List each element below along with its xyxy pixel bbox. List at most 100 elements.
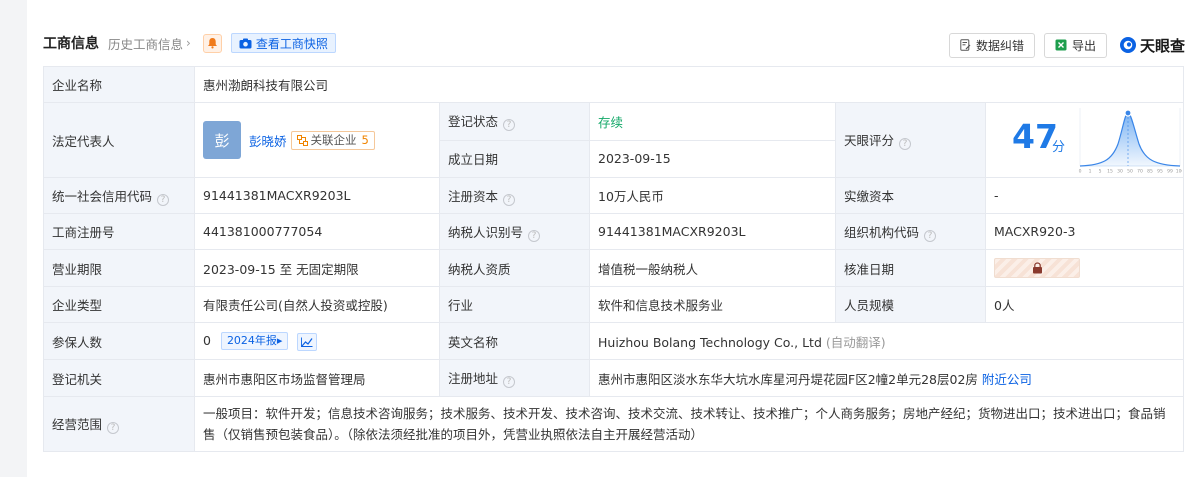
nearby-companies-link[interactable]: 附近公司 xyxy=(982,372,1032,387)
table-row: 参保人数 0 2024年报▸ 英文名称 Huizhou Bolang Techn… xyxy=(43,322,1185,360)
auto-translate-note: (自动翻译) xyxy=(825,334,886,350)
paid-capital: - xyxy=(984,177,1185,214)
reg-status-label-cell: 登记状态? xyxy=(439,102,590,141)
company-name-label: 企业名称 xyxy=(43,66,195,103)
tyc-score-label-cell: 天眼评分? xyxy=(835,102,986,178)
annual-report-year-tag[interactable]: 2024年报▸ xyxy=(220,331,289,350)
help-icon[interactable]: ? xyxy=(528,229,541,242)
help-icon[interactable]: ? xyxy=(503,193,516,206)
taxpayer-qual: 增值税一般纳税人 xyxy=(589,249,836,287)
taxpayer-qual-label: 纳税人资质 xyxy=(439,249,590,287)
business-info-table: 企业名称 惠州渤朗科技有限公司 法定代表人 彭 彭晓娇 关联企业 5 登记状态?… xyxy=(43,66,1185,452)
score-axis-tick: 85 xyxy=(1147,169,1153,175)
reg-capital-label: 注册资本 xyxy=(448,188,499,204)
related-count: 5 xyxy=(361,133,369,147)
reg-address-label-cell: 注册地址? xyxy=(439,359,590,397)
reg-status: 存续 xyxy=(589,102,836,141)
network-icon xyxy=(296,134,308,146)
english-name: Huizhou Bolang Technology Co., Ltd xyxy=(598,334,822,350)
lock-icon xyxy=(1032,262,1042,274)
taxpayer-id: 91441381MACXR9203L xyxy=(589,213,836,250)
history-info-label: 历史工商信息 xyxy=(108,36,184,52)
table-row: 统一社会信用代码? 91441381MACXR9203L 注册资本? 10万人民… xyxy=(43,177,1185,214)
table-row: 企业名称 惠州渤朗科技有限公司 xyxy=(43,66,1185,103)
logo-text: 天眼查 xyxy=(1139,36,1185,55)
related-companies-badge[interactable]: 关联企业 5 xyxy=(290,130,375,150)
score-axis-tick: 99 xyxy=(1167,169,1173,175)
score-axis-tick: 70 xyxy=(1137,169,1143,175)
english-name-cell: Huizhou Bolang Technology Co., Ltd (自动翻译… xyxy=(588,322,1185,360)
locked-value[interactable] xyxy=(994,258,1080,278)
view-snapshot-button[interactable]: 查看工商快照 xyxy=(230,33,336,53)
section-header: 工商信息 历史工商信息 › 查看工商快照 xyxy=(43,30,336,56)
industry: 软件和信息技术服务业 xyxy=(589,286,836,323)
biz-scope-label-cell: 经营范围? xyxy=(43,396,195,452)
help-icon[interactable]: ? xyxy=(503,119,516,132)
legal-rep-name[interactable]: 彭晓娇 xyxy=(249,131,287,150)
reg-capital-label-cell: 注册资本? xyxy=(439,177,590,214)
found-date-label: 成立日期 xyxy=(439,139,590,178)
help-icon[interactable]: ? xyxy=(924,229,937,242)
report-error-button[interactable]: 数据纠错 xyxy=(948,32,1035,58)
table-row: 营业期限 2023-09-15 至 无固定期限 纳税人资质 增值税一般纳税人 核… xyxy=(43,249,1185,287)
score-axis-tick: 100 xyxy=(1176,169,1182,175)
score-distribution-chart: 01515305070859599100 xyxy=(1079,108,1182,175)
score-axis-tick: 30 xyxy=(1117,169,1123,175)
paid-capital-label: 实缴资本 xyxy=(835,177,986,214)
staff-size: 0人 xyxy=(984,286,1185,323)
related-label: 关联企业 xyxy=(310,133,357,147)
score-axis-tick: 5 xyxy=(1099,169,1102,175)
excel-icon xyxy=(1055,39,1067,51)
reg-address-label: 注册地址 xyxy=(448,371,499,386)
trend-chart-icon[interactable] xyxy=(297,332,318,351)
credit-code: 91441381MACXR9203L xyxy=(194,177,440,214)
approve-date-label: 核准日期 xyxy=(835,249,986,287)
table-row: 法定代表人 彭 彭晓娇 关联企业 5 登记状态? 存续 天眼评分? 47 分 0… xyxy=(43,102,1185,178)
english-name-label: 英文名称 xyxy=(439,322,590,360)
company-name: 惠州渤朗科技有限公司 xyxy=(193,66,1185,103)
help-icon[interactable]: ? xyxy=(503,376,516,388)
insured-cell: 0 2024年报▸ xyxy=(194,322,440,360)
section-title: 工商信息 xyxy=(43,36,99,52)
table-row: 企业类型 有限责任公司(自然人投资或控股) 行业 软件和信息技术服务业 人员规模… xyxy=(43,286,1185,323)
reg-authority: 惠州市惠阳区市场监督管理局 xyxy=(194,359,440,397)
tyc-score-unit: 分 xyxy=(1052,140,1066,155)
avatar[interactable]: 彭 xyxy=(203,121,241,159)
bell-icon[interactable] xyxy=(202,33,222,53)
biz-term-label: 营业期限 xyxy=(43,249,195,287)
biz-term: 2023-09-15 至 无固定期限 xyxy=(194,249,440,287)
biz-reg-no-label: 工商注册号 xyxy=(43,213,195,250)
tyc-score-label: 天眼评分 xyxy=(844,133,895,148)
biz-reg-no: 441381000777054 xyxy=(194,213,440,250)
score-axis-tick: 95 xyxy=(1157,169,1163,175)
help-icon[interactable]: ? xyxy=(157,193,170,206)
org-code: MACXR920-3 xyxy=(984,213,1185,250)
credit-code-label: 统一社会信用代码 xyxy=(52,188,153,204)
tianyancha-logo-icon xyxy=(1119,37,1136,53)
help-icon[interactable]: ? xyxy=(899,138,912,150)
company-type-label: 企业类型 xyxy=(43,286,195,323)
score-axis-tick: 0 xyxy=(1079,169,1082,175)
insured-label: 参保人数 xyxy=(43,322,195,360)
reg-authority-label: 登记机关 xyxy=(43,359,195,397)
biz-scope: 一般项目：软件开发；信息技术咨询服务；技术服务、技术开发、技术咨询、技术交流、技… xyxy=(193,396,1185,452)
help-icon[interactable]: ? xyxy=(107,422,120,434)
taxpayer-id-label: 纳税人识别号 xyxy=(448,224,524,240)
org-code-label: 组织机构代码 xyxy=(844,224,920,240)
legal-rep-cell: 彭 彭晓娇 关联企业 5 xyxy=(194,102,440,178)
header-toolbar: 数据纠错 导出 天眼查 xyxy=(940,32,1185,58)
tyc-score-cell[interactable]: 47 分 01515305070859599100 xyxy=(984,102,1185,178)
insured-count: 0 xyxy=(203,332,211,348)
camera-icon xyxy=(239,38,252,48)
biz-scope-label: 经营范围 xyxy=(52,417,103,432)
score-axis-tick: 15 xyxy=(1107,169,1113,175)
table-row: 工商注册号 441381000777054 纳税人识别号? 91441381MA… xyxy=(43,213,1185,250)
org-code-label-cell: 组织机构代码? xyxy=(835,213,986,250)
reg-address-cell: 惠州市惠阳区淡水东华大坑水库星河丹堤花园F区2幢2单元28层02房 附近公司 xyxy=(588,359,1185,397)
export-button[interactable]: 导出 xyxy=(1043,32,1107,58)
credit-code-label-cell: 统一社会信用代码? xyxy=(43,177,195,214)
export-label: 导出 xyxy=(1071,38,1096,53)
history-info-link[interactable]: 历史工商信息 › xyxy=(108,34,191,53)
legal-rep-label: 法定代表人 xyxy=(43,102,195,178)
page-gutter xyxy=(0,0,27,477)
